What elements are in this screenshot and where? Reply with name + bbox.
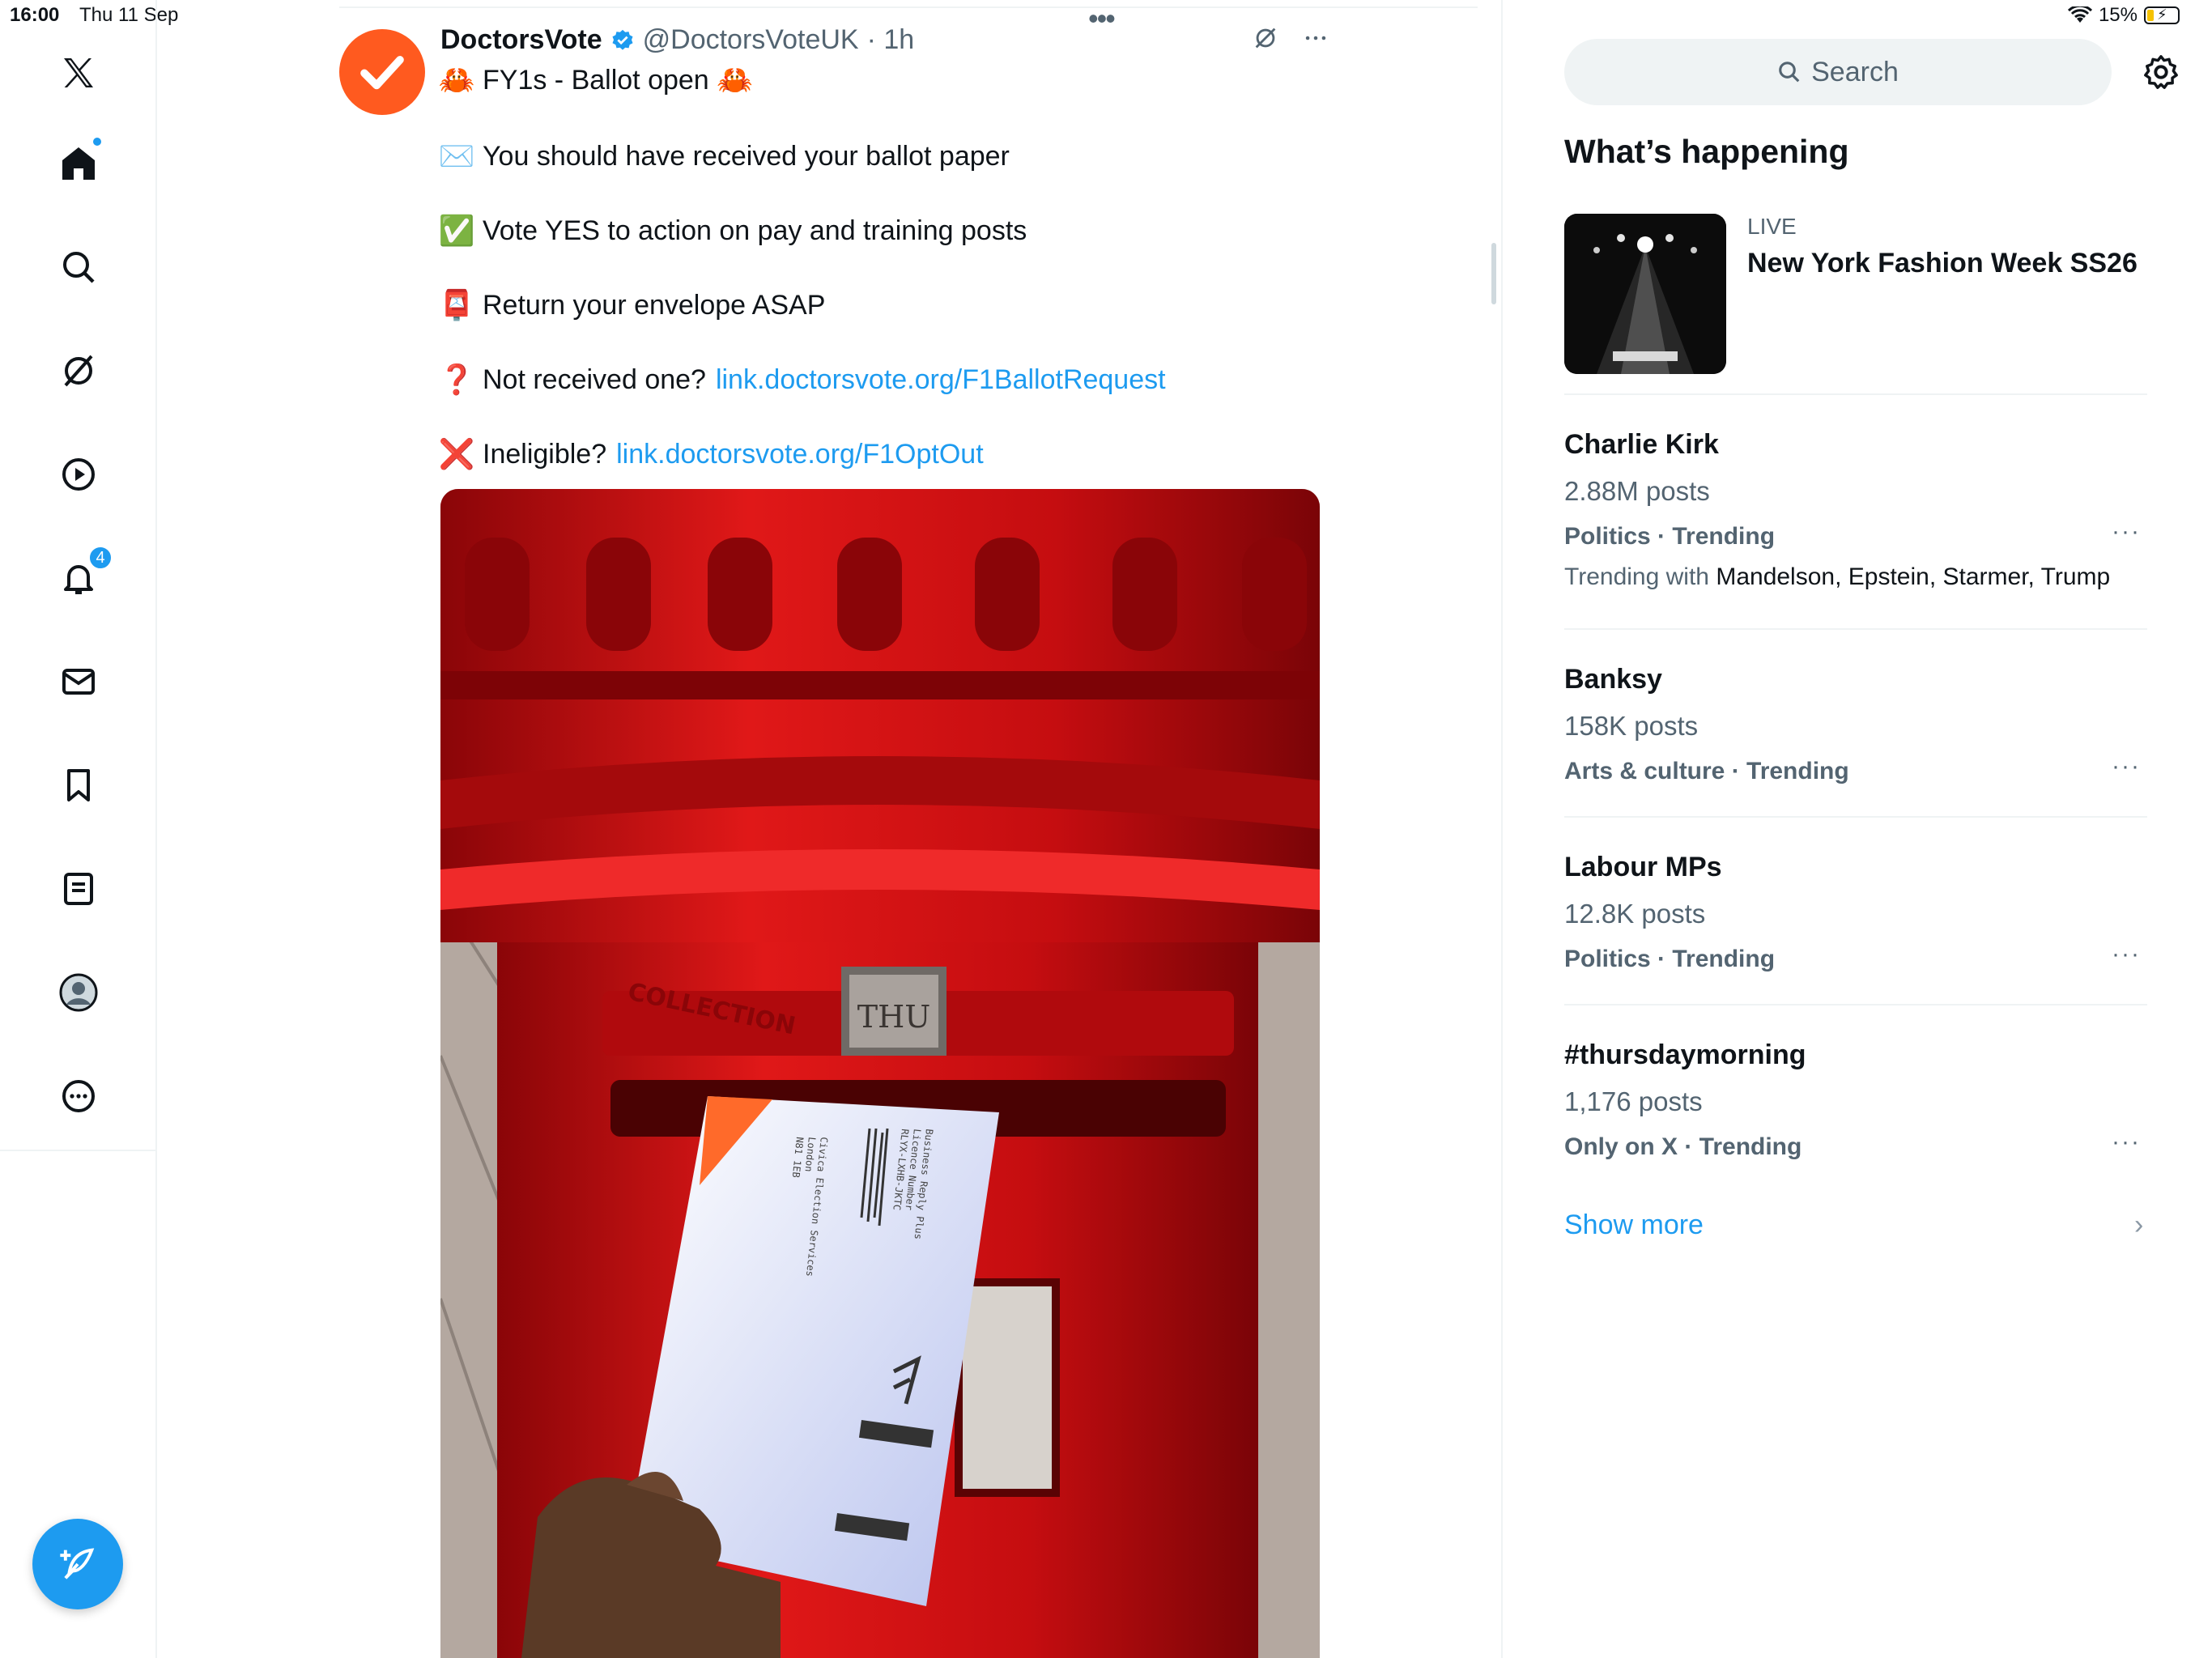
crab-icon: 🦀 — [438, 63, 475, 96]
ballot-request-link[interactable]: link.doctorsvote.org/F1BallotRequest — [716, 364, 1166, 396]
feather-plus-icon — [60, 1548, 95, 1579]
tweet-line-2: ✅ Vote YES to action on pay and training… — [438, 214, 1027, 248]
trend-divider — [1564, 816, 2147, 818]
nav-more[interactable] — [45, 1062, 113, 1130]
question-mark-icon: ❓ — [438, 363, 475, 396]
tweet-line-1: ✉️ You should have received your ballot … — [438, 139, 1010, 173]
show-more-link[interactable]: Show more — [1564, 1209, 1704, 1241]
trend-2-title[interactable]: Banksy — [1564, 664, 1662, 695]
search-input[interactable]: Search — [1564, 39, 2112, 105]
mail-icon — [62, 669, 95, 695]
trending-with-label: Trending with — [1564, 563, 1709, 590]
trend-divider — [1564, 1004, 2147, 1005]
bookmark-icon — [67, 769, 90, 801]
play-icon — [62, 458, 95, 491]
trend-1-count: 2.88M posts — [1564, 476, 1710, 506]
check-box-icon: ✅ — [438, 214, 475, 247]
left-nav: 4 — [0, 0, 157, 1658]
live-event-thumbnail[interactable] — [1564, 214, 1726, 374]
main-timeline: ••• DoctorsVote @DoctorsVoteUK · 1h 🦀 FY… — [157, 0, 1503, 1658]
whats-happening-heading: What’s happening — [1564, 133, 1849, 170]
tweet-author-handle[interactable]: @DoctorsVoteUK — [643, 24, 859, 56]
postbox-day-plate: THU — [857, 999, 931, 1035]
search-icon — [1779, 62, 1800, 83]
tweet-header-actions — [1252, 24, 1329, 52]
tweet-header: DoctorsVote @DoctorsVoteUK · 1h — [440, 24, 914, 56]
trend-divider — [1564, 393, 2147, 395]
compose-button[interactable] — [32, 1519, 123, 1609]
more-circle-icon — [62, 1080, 95, 1112]
trend-divider — [1564, 628, 2147, 630]
grok-icon[interactable] — [1252, 24, 1279, 52]
nav-lists[interactable] — [45, 855, 113, 923]
trend-1-related: Trending with Mandelson, Epstein, Starme… — [1564, 563, 2110, 591]
tweet-photo[interactable]: THU COLLECTION Business Reply Plus Licen… — [440, 489, 1320, 1658]
tweet-line-4: ❓ Not received one? link.doctorsvote.org… — [438, 363, 1166, 397]
nav-home[interactable] — [45, 130, 113, 198]
live-event-title[interactable]: New York Fashion Week SS26 — [1747, 248, 2138, 279]
cross-mark-icon: ❌ — [438, 437, 475, 470]
profile-avatar-icon — [59, 973, 98, 1012]
nav-bookmarks[interactable] — [45, 751, 113, 819]
trend-4-title[interactable]: #thursdaymorning — [1564, 1039, 1806, 1071]
scrollbar-thumb[interactable] — [1491, 243, 1496, 304]
previous-tweet-divider — [339, 6, 1478, 8]
home-icon — [62, 147, 95, 180]
nav-divider — [0, 1150, 157, 1151]
tweet-line-text: Vote YES to action on pay and training p… — [483, 215, 1027, 246]
tweet-line-text: Not received one? — [483, 363, 706, 395]
trend-3-count: 12.8K posts — [1564, 899, 1706, 929]
gear-icon[interactable] — [2142, 53, 2180, 91]
trend-2-count: 158K posts — [1564, 711, 1699, 741]
list-icon — [64, 873, 93, 905]
trend-3-category: Politics · Trending — [1564, 946, 1776, 972]
checkmark-icon — [360, 56, 404, 90]
more-horizontal-icon[interactable] — [1302, 24, 1329, 52]
trend-3-title[interactable]: Labour MPs — [1564, 852, 1722, 883]
postbox-icon: 📮 — [438, 288, 475, 321]
trend-1-title[interactable]: Charlie Kirk — [1564, 429, 1719, 461]
trend-3-more-icon[interactable]: ··· — [2112, 941, 2141, 968]
tweet-line-text: Return your envelope ASAP — [483, 289, 826, 321]
nav-notifications[interactable]: 4 — [45, 544, 113, 612]
home-badge — [91, 136, 103, 147]
trend-4-more-icon[interactable]: ··· — [2112, 1129, 2141, 1156]
search-placeholder: Search — [1811, 56, 1899, 87]
envelope-icon: ✉️ — [438, 139, 475, 172]
tweet-timestamp[interactable]: · 1h — [867, 24, 915, 56]
search-icon — [63, 252, 95, 283]
tweet-headline: 🦀 FY1s - Ballot open 🦀 — [438, 63, 754, 97]
trend-2-category: Arts & culture · Trending — [1564, 758, 1849, 784]
verified-badge-icon — [612, 29, 633, 50]
trend-2-more-icon[interactable]: ··· — [2112, 753, 2141, 780]
tweet-headline-text: FY1s - Ballot open — [483, 64, 709, 96]
nav-explore[interactable] — [45, 233, 113, 301]
trend-4-count: 1,176 posts — [1564, 1086, 1703, 1116]
nav-video[interactable] — [45, 440, 113, 508]
crab-icon: 🦀 — [717, 63, 754, 96]
nav-grok[interactable] — [45, 337, 113, 405]
grab-handle[interactable]: ••• — [1088, 2, 1116, 36]
tweet-line-5: ❌ Ineligible? link.doctorsvote.org/F1Opt… — [438, 437, 984, 471]
trend-1-category: Politics · Trending — [1564, 523, 1776, 550]
nav-messages[interactable] — [45, 648, 113, 716]
trending-with-terms[interactable]: Mandelson, Epstein, Starmer, Trump — [1716, 563, 2110, 590]
right-sidebar: Search What’s happening LIVE New York Fa… — [1503, 0, 2212, 1658]
tweet-author-name[interactable]: DoctorsVote — [440, 24, 602, 56]
tweet-line-3: 📮 Return your envelope ASAP — [438, 288, 826, 322]
tweet-line-text: You should have received your ballot pap… — [483, 140, 1010, 172]
nav-profile[interactable] — [45, 959, 113, 1027]
trend-1-more-icon[interactable]: ··· — [2112, 518, 2141, 546]
live-label: LIVE — [1747, 214, 1797, 239]
notifications-badge: 4 — [88, 546, 113, 570]
postbox-photo: THU COLLECTION Business Reply Plus Licen… — [440, 489, 1320, 1658]
opt-out-link[interactable]: link.doctorsvote.org/F1OptOut — [616, 439, 984, 470]
tweet-line-text: Ineligible? — [483, 438, 607, 470]
trend-4-category: Only on X · Trending — [1564, 1133, 1802, 1160]
grok-icon — [64, 355, 93, 387]
tweet-author-avatar[interactable] — [339, 29, 425, 115]
chevron-right-icon: › — [2134, 1209, 2144, 1240]
x-logo-icon[interactable] — [45, 39, 113, 107]
